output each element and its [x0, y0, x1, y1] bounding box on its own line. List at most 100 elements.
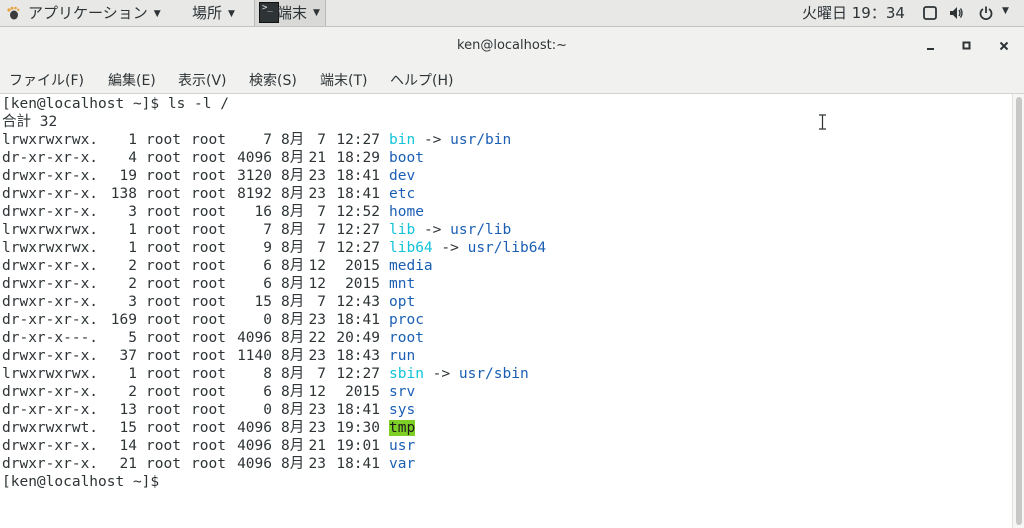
- window-titlebar[interactable]: ken@localhost:~: [0, 27, 1024, 65]
- taskbar-terminal-button[interactable]: >_ 端末 ▼: [254, 0, 326, 26]
- menu-edit[interactable]: 編集(E): [108, 70, 156, 90]
- terminal-icon: >_: [259, 2, 279, 23]
- menu-terminal[interactable]: 端末(T): [320, 70, 367, 90]
- entry-perm: dr-xr-xr-x.: [2, 150, 99, 166]
- menu-file[interactable]: ファイル(F): [9, 70, 84, 90]
- listing-row: dr-xr-xr-x. 169 root root 0 8月 23 18:41 proc: [2, 311, 546, 329]
- entry-group: root: [191, 438, 226, 454]
- volume-icon[interactable]: [948, 5, 964, 21]
- listing-row: drwxr-xr-x. 3 root root 16 8月 7 12:52 home: [2, 203, 546, 221]
- applications-menu[interactable]: アプリケーション ▼: [28, 0, 161, 26]
- entry-perm: lrwxrwxrwx.: [2, 132, 99, 148]
- entry-size: 16: [254, 204, 272, 220]
- menubar: ファイル(F) 編集(E) 表示(V) 検索(S) 端末(T) ヘルプ(H): [0, 65, 1024, 94]
- entry-size: 4096: [237, 456, 272, 472]
- listing-row: drwxr-xr-x. 2 root root 6 8月 12 2015 srv: [2, 383, 546, 401]
- entry-name: run: [389, 348, 416, 364]
- link-target: usr/bin: [450, 132, 512, 148]
- prompt: [ken@localhost ~]$: [2, 474, 160, 490]
- link-target: usr/lib: [450, 222, 512, 238]
- entry-size: 7: [263, 132, 272, 148]
- entry-mon: 8月: [281, 456, 305, 472]
- link-arrow: ->: [423, 222, 442, 238]
- menu-search[interactable]: 検索(S): [249, 70, 297, 90]
- entry-mon: 8月: [281, 294, 305, 310]
- entry-owner: root: [146, 330, 181, 346]
- maximize-icon[interactable]: [958, 37, 976, 55]
- entry-owner: root: [146, 258, 181, 274]
- terminal-scrollbar[interactable]: [1012, 94, 1024, 528]
- terminal-output[interactable]: [ken@localhost ~]$ ls -l / 合計 32 lrwxrwx…: [0, 94, 1012, 528]
- minimize-icon[interactable]: [922, 37, 940, 55]
- entry-mon: 8月: [281, 348, 305, 364]
- entry-links: 1: [128, 366, 137, 382]
- chevron-down-icon: ▼: [153, 9, 161, 19]
- entry-owner: root: [146, 384, 181, 400]
- entry-name: etc: [389, 186, 416, 202]
- entry-day: 7: [317, 294, 326, 310]
- entry-time: 12:43: [336, 294, 380, 310]
- entry-perm: dr-xr-xr-x.: [2, 402, 99, 418]
- screen-icon[interactable]: [922, 5, 938, 21]
- entry-time: 12:27: [336, 366, 380, 382]
- entry-size: 1140: [237, 348, 272, 364]
- entry-name: proc: [389, 312, 424, 328]
- entry-time: 18:41: [336, 186, 380, 202]
- link-arrow: ->: [432, 366, 451, 382]
- command-line: [ken@localhost ~]$ ls -l /: [2, 95, 546, 113]
- entry-size: 0: [263, 402, 272, 418]
- menu-view[interactable]: 表示(V): [178, 70, 227, 90]
- entry-owner: root: [146, 438, 181, 454]
- entry-links: 2: [128, 384, 137, 400]
- entry-perm: drwxr-xr-x.: [2, 384, 99, 400]
- entry-group: root: [191, 294, 226, 310]
- entry-mon: 8月: [281, 366, 305, 382]
- entry-mon: 8月: [281, 276, 305, 292]
- chevron-down-icon: ▼: [228, 9, 235, 19]
- entry-time: 18:43: [336, 348, 380, 364]
- entry-size: 4096: [237, 330, 272, 346]
- entry-day: 23: [308, 348, 326, 364]
- listing-row: drwxrwxrwt. 15 root root 4096 8月 23 19:30 tmp: [2, 419, 546, 437]
- entry-owner: root: [146, 132, 181, 148]
- entry-owner: root: [146, 204, 181, 220]
- entry-mon: 8月: [281, 438, 305, 454]
- link-arrow: ->: [423, 132, 442, 148]
- power-icon[interactable]: [978, 5, 994, 21]
- entry-group: root: [191, 384, 226, 400]
- listing: lrwxrwxrwx. 1 root root 7 8月 7 12:27 bin -> usr/…: [2, 131, 546, 473]
- entry-group: root: [191, 204, 226, 220]
- entry-links: 13: [119, 402, 137, 418]
- clock[interactable]: 火曜日 19：34: [802, 0, 905, 26]
- window-title: ken@localhost:~: [457, 38, 567, 53]
- entry-links: 37: [119, 348, 137, 364]
- entry-size: 9: [263, 240, 272, 256]
- entry-name: media: [389, 258, 433, 274]
- menu-help[interactable]: ヘルプ(H): [390, 70, 453, 90]
- chevron-down-icon[interactable]: ▼: [1002, 6, 1009, 16]
- entry-day: 7: [317, 132, 326, 148]
- listing-row: lrwxrwxrwx. 1 root root 7 8月 7 12:27 lib -> usr/…: [2, 221, 546, 239]
- entry-owner: root: [146, 348, 181, 364]
- entry-perm: dr-xr-xr-x.: [2, 312, 99, 328]
- close-icon[interactable]: [995, 37, 1013, 55]
- entry-day: 22: [308, 330, 326, 346]
- listing-row: drwxr-xr-x. 37 root root 1140 8月 23 18:43 run: [2, 347, 546, 365]
- entry-group: root: [191, 150, 226, 166]
- entry-name: srv: [389, 384, 416, 400]
- listing-row: drwxr-xr-x. 138 root root 8192 8月 23 18:41 etc: [2, 185, 546, 203]
- entry-mon: 8月: [281, 132, 305, 148]
- entry-size: 7: [263, 222, 272, 238]
- entry-owner: root: [146, 150, 181, 166]
- entry-links: 1: [128, 222, 137, 238]
- listing-row: drwxr-xr-x. 2 root root 6 8月 12 2015 mnt: [2, 275, 546, 293]
- places-menu[interactable]: 場所 ▼: [192, 0, 235, 26]
- entry-mon: 8月: [281, 222, 305, 238]
- entry-links: 2: [128, 276, 137, 292]
- entry-day: 7: [317, 204, 326, 220]
- entry-mon: 8月: [281, 186, 305, 202]
- prompt: [ken@localhost ~]$: [2, 96, 160, 112]
- entry-day: 7: [317, 366, 326, 382]
- scrollbar-thumb[interactable]: [1016, 97, 1022, 525]
- entry-size: 0: [263, 312, 272, 328]
